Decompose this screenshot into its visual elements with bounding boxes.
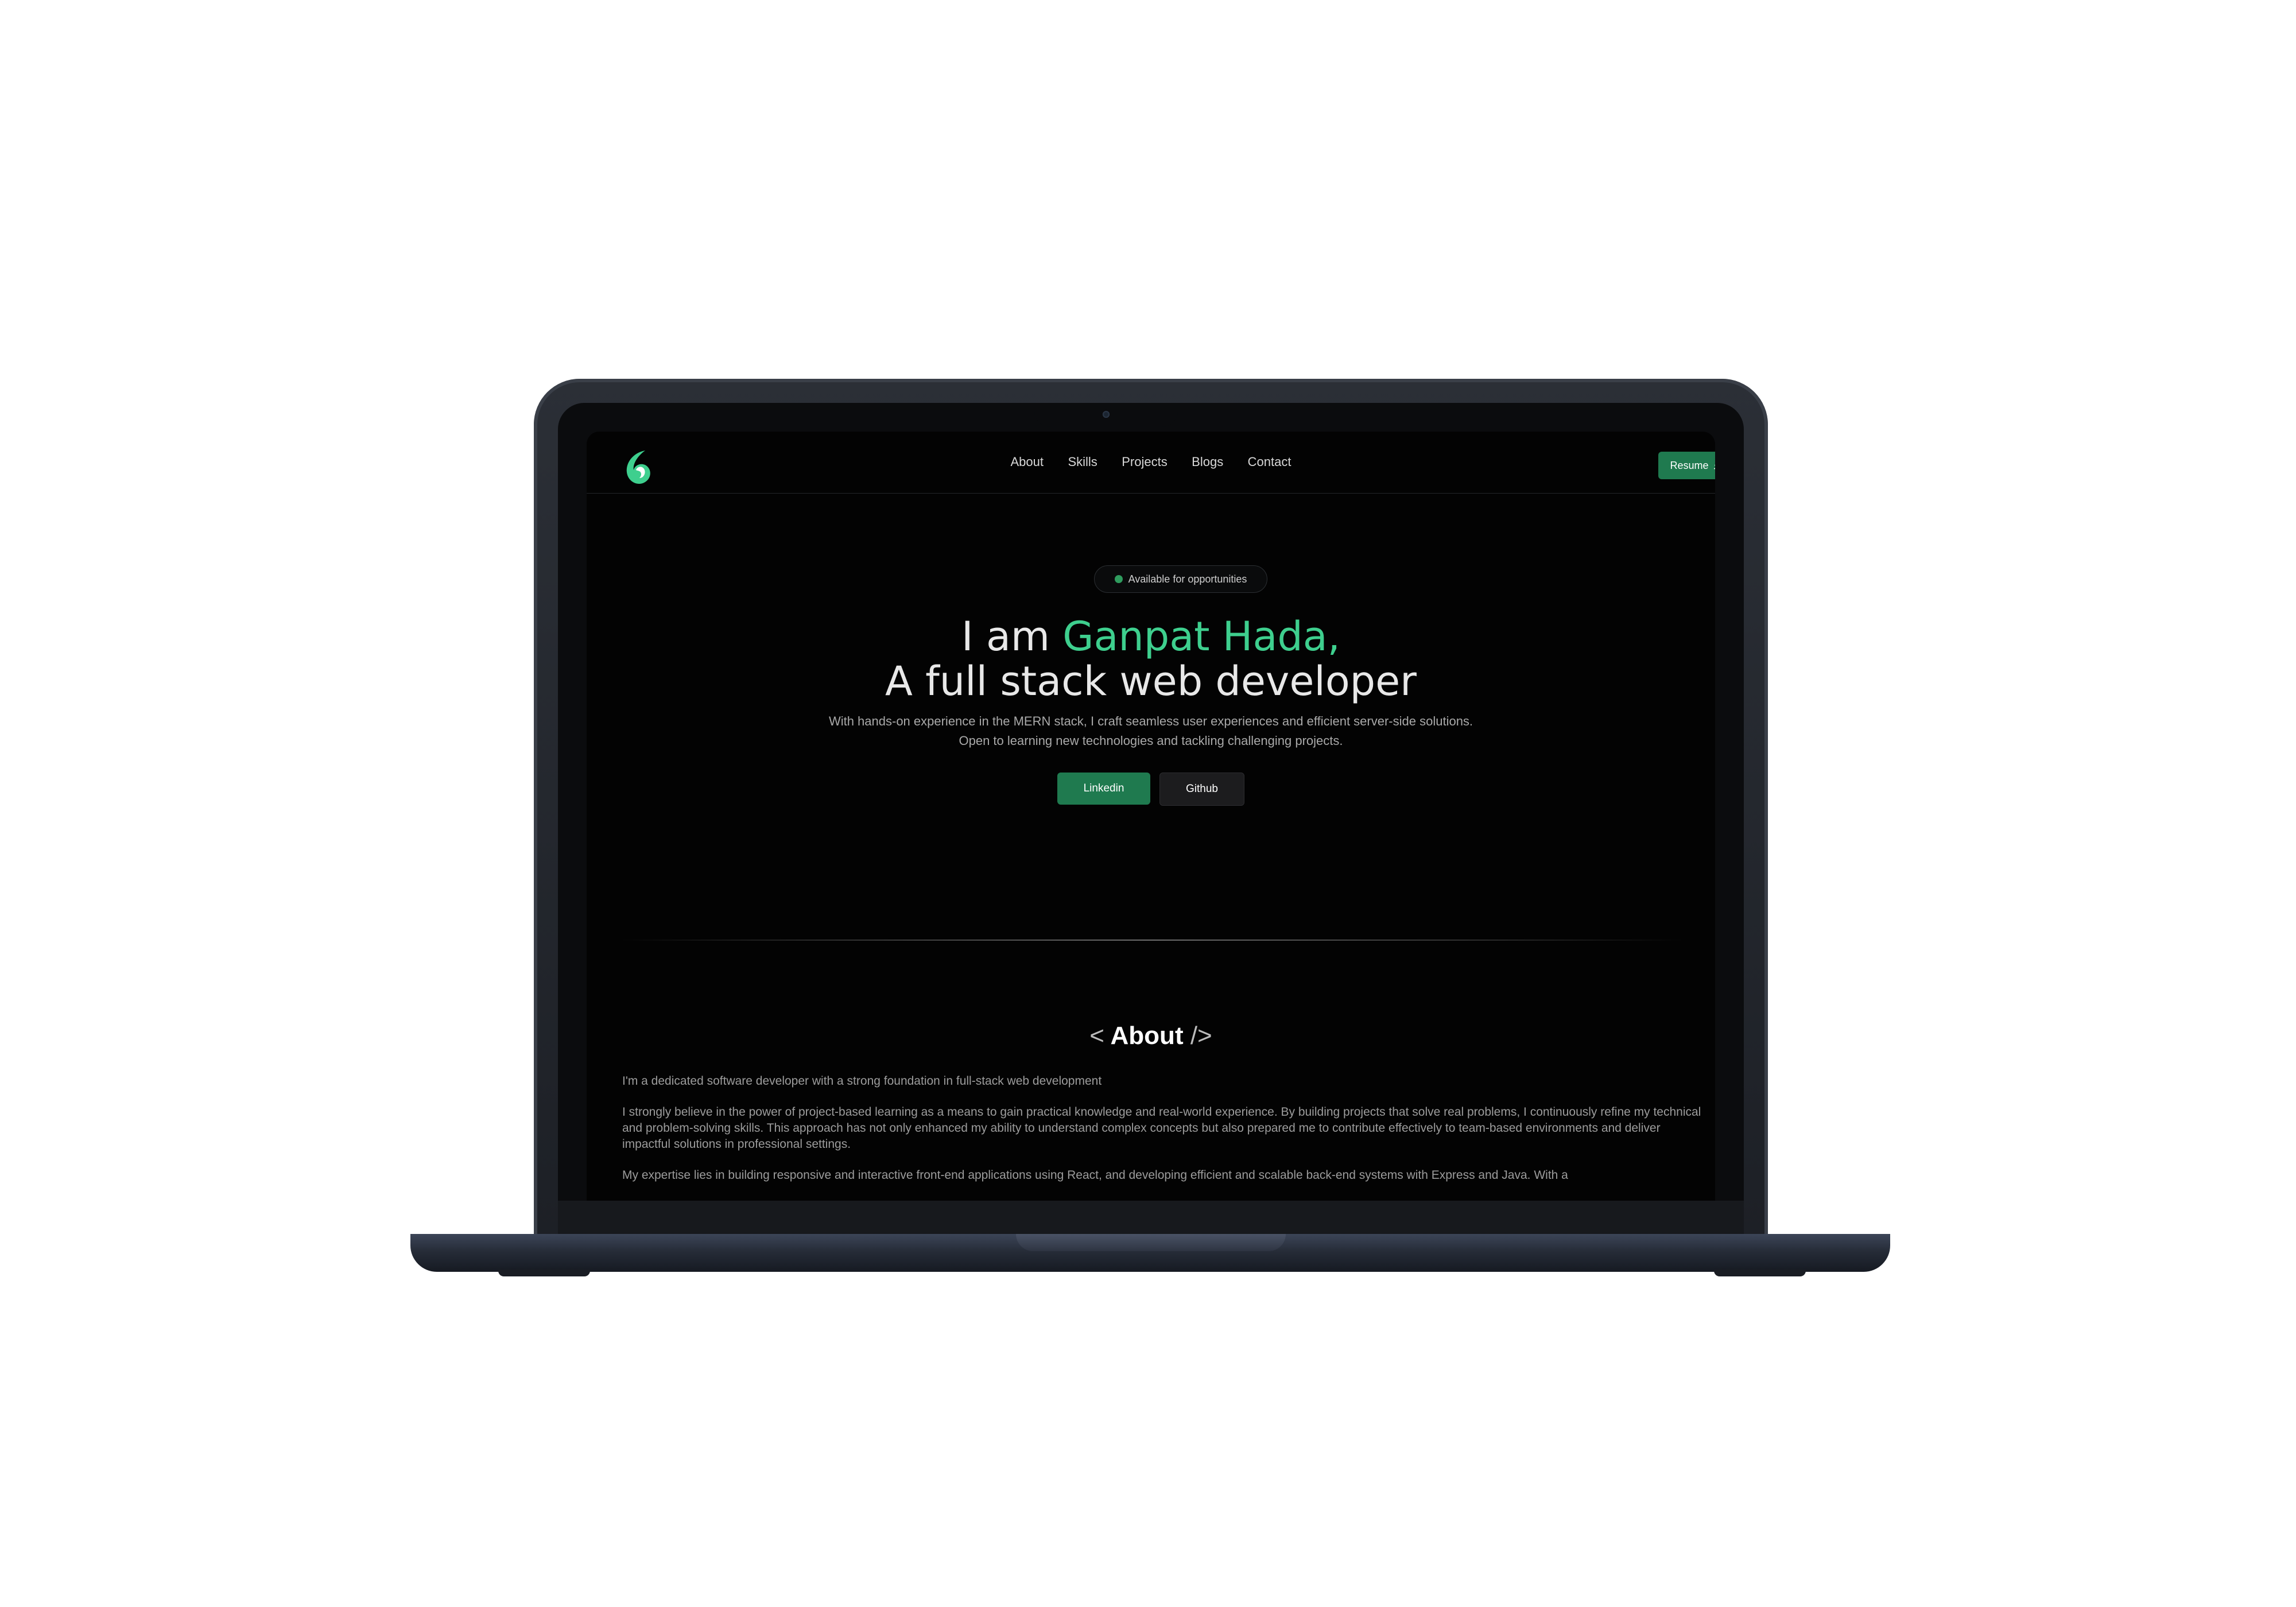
laptop-foot bbox=[498, 1270, 590, 1276]
resume-label: Resume bbox=[1670, 459, 1709, 471]
about-heading: < About /> bbox=[587, 1022, 1715, 1050]
camera-icon bbox=[1103, 411, 1110, 418]
about-heading-text: About bbox=[1110, 1022, 1184, 1050]
camera-notch bbox=[1034, 403, 1178, 427]
hero-buttons: Linkedin Github bbox=[587, 773, 1715, 806]
hero-title-line2: A full stack web developer bbox=[885, 658, 1417, 705]
hero-title: I am Ganpat Hada, A full stack web devel… bbox=[587, 614, 1715, 704]
download-icon bbox=[1713, 464, 1715, 469]
hero-desc-line1: With hands-on experience in the MERN sta… bbox=[828, 714, 1473, 728]
nav-link-about[interactable]: About bbox=[1010, 455, 1044, 469]
hero-title-line1: I am Ganpat Hada, bbox=[587, 614, 1715, 659]
about-heading-open: < bbox=[1089, 1022, 1104, 1050]
about-heading-close: /> bbox=[1190, 1022, 1212, 1050]
laptop-base bbox=[410, 1234, 1890, 1272]
laptop-lid: About Skills Projects Blogs Contact Resu… bbox=[534, 379, 1768, 1240]
resume-button[interactable]: Resume bbox=[1658, 452, 1715, 479]
hero-name: Ganpat Hada, bbox=[1062, 613, 1340, 660]
hero-description: With hands-on experience in the MERN sta… bbox=[587, 712, 1715, 751]
screen-bezel: About Skills Projects Blogs Contact Resu… bbox=[558, 403, 1744, 1236]
availability-text: Available for opportunities bbox=[1128, 573, 1247, 585]
nav-link-blogs[interactable]: Blogs bbox=[1192, 455, 1223, 469]
about-paragraph: I'm a dedicated software developer with … bbox=[622, 1074, 1102, 1088]
nav-link-skills[interactable]: Skills bbox=[1068, 455, 1097, 469]
about-paragraph: I strongly believe in the power of proje… bbox=[622, 1105, 1701, 1151]
hero-title-prefix: I am bbox=[961, 613, 1063, 660]
status-dot-icon bbox=[1114, 575, 1123, 583]
nav-link-projects[interactable]: Projects bbox=[1122, 455, 1167, 469]
laptop-foot bbox=[1714, 1270, 1806, 1276]
top-navbar: About Skills Projects Blogs Contact Resu… bbox=[587, 432, 1715, 494]
website-screen: About Skills Projects Blogs Contact Resu… bbox=[587, 432, 1715, 1201]
nav-links: About Skills Projects Blogs Contact bbox=[587, 455, 1715, 469]
trackpad-notch bbox=[1016, 1234, 1286, 1251]
github-button[interactable]: Github bbox=[1159, 773, 1244, 806]
availability-badge: Available for opportunities bbox=[1094, 565, 1267, 593]
about-paragraph: My expertise lies in building responsive… bbox=[622, 1169, 1568, 1182]
screen-chin bbox=[558, 1201, 1744, 1236]
nav-link-contact[interactable]: Contact bbox=[1248, 455, 1292, 469]
hero-desc-line2: Open to learning new technologies and ta… bbox=[959, 733, 1343, 748]
linkedin-button[interactable]: Linkedin bbox=[1057, 773, 1150, 805]
about-body: I'm a dedicated software developer with … bbox=[622, 1073, 1701, 1198]
section-divider bbox=[621, 940, 1683, 941]
